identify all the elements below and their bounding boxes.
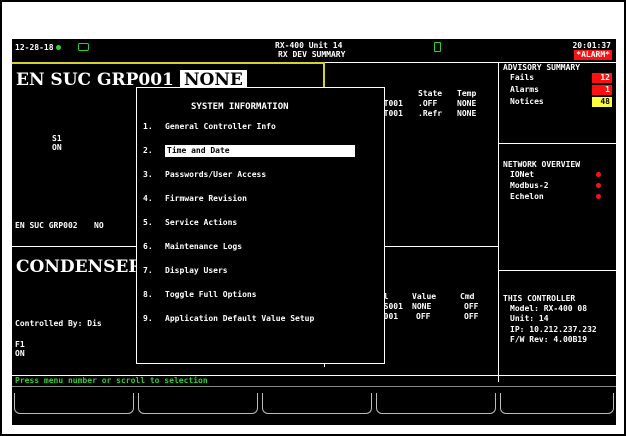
softkey-bar <box>12 393 616 425</box>
softkey-3[interactable] <box>262 393 372 414</box>
menu-item-number: 2. <box>143 146 153 155</box>
advisory-notices-label: Notices <box>510 97 544 106</box>
fan-row-value: NONE <box>412 302 432 311</box>
advisory-alarms-label: Alarms <box>510 85 539 94</box>
menu-item-label: Passwords/User Access <box>165 170 267 179</box>
menu-item-firmware-revision[interactable]: 4. Firmware Revision <box>143 193 247 205</box>
menu-item-label: Time and Date <box>165 145 355 157</box>
s1-state: ON <box>52 143 62 152</box>
selection-frame-top <box>12 62 324 64</box>
softkey-5[interactable] <box>500 393 614 414</box>
advisory-notices-count: 48 <box>592 97 612 107</box>
advisory-fails-label: Fails <box>510 73 535 82</box>
network-echelon-label: Echelon <box>510 192 544 201</box>
fan-header-value: Value <box>412 292 437 301</box>
menu-item-label: Firmware Revision <box>165 194 247 203</box>
menu-item-toggle-full-options[interactable]: 8. Toggle Full Options <box>143 289 257 301</box>
ionet-status-icon <box>596 172 601 177</box>
menu-item-number: 8. <box>143 290 153 299</box>
advisory-fails-count: 12 <box>592 73 612 83</box>
menu-item-passwords[interactable]: 3. Passwords/User Access <box>143 169 266 181</box>
softkey-divider <box>12 386 616 387</box>
menu-item-number: 3. <box>143 170 153 179</box>
fan-row-value: OFF <box>416 312 431 321</box>
fan-header-cmd: Cmd <box>460 292 475 301</box>
group2-title[interactable]: EN SUC GRP002 <box>15 221 78 231</box>
menu-item-label: Service Actions <box>165 218 238 227</box>
network-link-icon <box>78 43 89 51</box>
menu-item-number: 9. <box>143 314 153 323</box>
circuit-row-state: .Refr <box>418 109 443 118</box>
menu-title: SYSTEM INFORMATION <box>191 102 289 112</box>
circuit-row-temp: NONE <box>457 109 477 118</box>
softkey-1[interactable] <box>14 393 134 414</box>
menu-item-number: 6. <box>143 242 153 251</box>
controller-unit: Unit: 14 <box>510 314 549 323</box>
condenser-title[interactable]: CONDENSER( <box>16 257 151 277</box>
network-title: NETWORK OVERVIEW <box>503 160 581 169</box>
f1-state: ON <box>15 349 25 358</box>
menu-item-number: 5. <box>143 218 153 227</box>
system-information-menu: SYSTEM INFORMATION 1. General Controller … <box>136 87 385 364</box>
menu-item-general-controller-info[interactable]: 1. General Controller Info <box>143 121 276 133</box>
echelon-status-icon <box>596 194 601 199</box>
network-divider <box>498 270 616 271</box>
fan-row-cmd: OFF <box>464 302 479 311</box>
menu-item-number: 7. <box>143 266 153 275</box>
page-frame: 12-28-18 RX-400 Unit 14 RX DEV SUMMARY 2… <box>0 0 626 436</box>
date-readout: 12-28-18 <box>15 43 54 52</box>
fan-row-cmd: OFF <box>464 312 479 321</box>
menu-item-time-and-date[interactable]: 2. Time and Date <box>143 145 355 157</box>
advisory-divider <box>498 143 616 144</box>
network-ionet-label: IONet <box>510 170 535 179</box>
menu-item-label: General Controller Info <box>165 122 276 131</box>
menu-item-label: Application Default Value Setup <box>165 314 315 323</box>
modbus-status-icon <box>596 183 601 188</box>
menu-item-display-users[interactable]: 7. Display Users <box>143 265 228 277</box>
advisory-alarms-count: 1 <box>592 85 612 95</box>
controller-model: Model: RX-400 08 <box>510 304 588 313</box>
menu-item-application-default-setup[interactable]: 9. Application Default Value Setup <box>143 313 314 325</box>
menu-item-maintenance-logs[interactable]: 6. Maintenance Logs <box>143 241 242 253</box>
network-modbus-label: Modbus-2 <box>510 181 549 190</box>
lock-icon <box>434 42 441 52</box>
status-line: Press menu number or scroll to selection <box>15 376 208 385</box>
right-column-divider <box>498 62 499 382</box>
controller-fw: F/W Rev: 4.00B19 <box>510 335 588 344</box>
menu-item-number: 4. <box>143 194 153 203</box>
menu-item-service-actions[interactable]: 5. Service Actions <box>143 217 237 229</box>
circuit-row-temp: NONE <box>457 99 477 108</box>
menu-item-label: Maintenance Logs <box>165 242 243 251</box>
menu-item-label: Toggle Full Options <box>165 290 257 299</box>
controlled-by-text: Controlled By: Dis <box>15 319 102 328</box>
screen-title: RX DEV SUMMARY <box>278 50 346 59</box>
softkey-2[interactable] <box>138 393 258 414</box>
menu-item-label: Display Users <box>165 266 228 275</box>
controller-title: THIS CONTROLLER <box>503 294 576 303</box>
softkey-4[interactable] <box>376 393 496 414</box>
alarm-indicator[interactable]: *ALARM* <box>574 50 612 60</box>
group2-abbr: NO <box>94 221 104 230</box>
circuit-header-state: State <box>418 89 443 98</box>
controller-ip: IP: 10.212.237.232 <box>510 325 597 334</box>
circuit-header-temp: Temp <box>457 89 477 98</box>
menu-item-number: 1. <box>143 122 153 131</box>
online-status-icon <box>56 45 61 50</box>
circuit-row-state: .OFF <box>418 99 438 108</box>
advisory-title: ADVISORY SUMMARY <box>503 63 581 72</box>
controller-screen: 12-28-18 RX-400 Unit 14 RX DEV SUMMARY 2… <box>12 39 616 425</box>
